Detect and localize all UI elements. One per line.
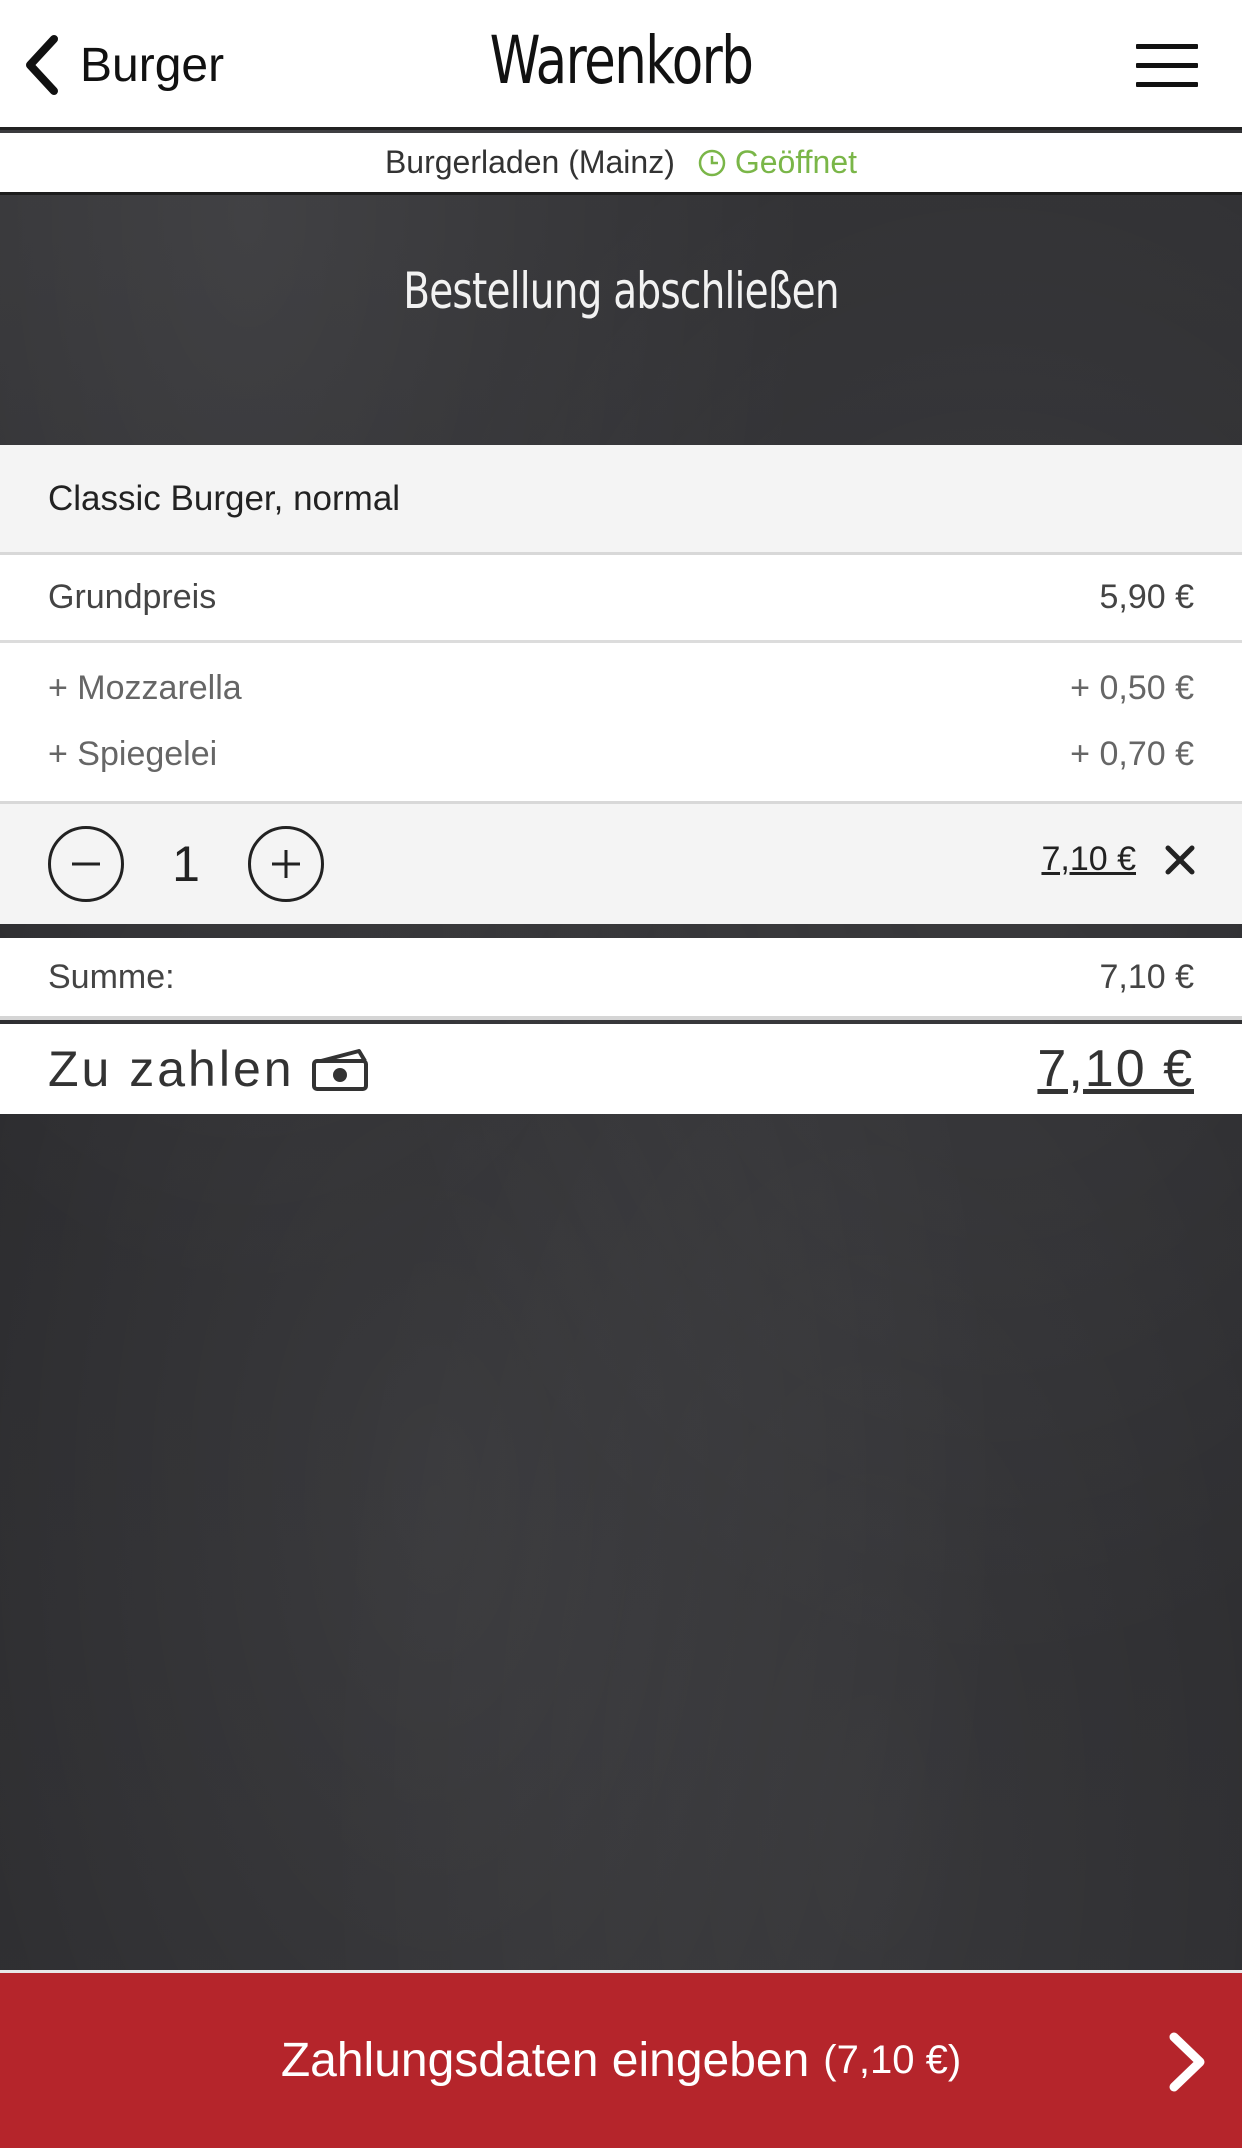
base-price-value: 5,90 € [1099, 578, 1194, 616]
enter-payment-button[interactable]: Zahlungsdaten eingeben (7,10 €) [0, 1970, 1242, 2148]
quantity-value: 1 [172, 836, 200, 892]
clock-icon [698, 149, 726, 176]
store-info-bar: Burgerladen (Mainz) Geöffnet [0, 133, 1242, 195]
menu-button[interactable] [1136, 44, 1198, 90]
back-chevron-icon [26, 35, 58, 95]
section-title: Bestellung abschließen [403, 262, 839, 320]
menu-icon-bar [1136, 82, 1198, 87]
base-price-row: Grundpreis 5,90 € [0, 555, 1242, 643]
store-name: Burgerladen (Mainz) [384, 144, 675, 180]
chevron-right-icon [1169, 2032, 1205, 2092]
cart-item: Classic Burger, normal Grundpreis 5,90 €… [0, 445, 1242, 924]
minus-icon [72, 862, 100, 866]
amount-due-label: Zu zahlen [48, 1041, 295, 1097]
amount-due-value: 7,10 € [1037, 1040, 1194, 1098]
sum-value: 7,10 € [1099, 957, 1194, 996]
amount-due-row: Zu zahlen 7,10 € [0, 1024, 1242, 1114]
extra-row: + Mozzarella + 0,50 € [0, 655, 1242, 721]
store-status: Geöffnet [697, 144, 857, 181]
store-status-label: Geöffnet [734, 144, 858, 180]
extras-list: + Mozzarella + 0,50 € + Spiegelei + 0,70… [0, 643, 1242, 804]
extra-row: + Spiegelei + 0,70 € [0, 721, 1242, 787]
app-header: Burger Warenkorb [0, 0, 1242, 130]
page-title: Warenkorb [489, 22, 754, 99]
extra-price: + 0,70 € [1070, 734, 1194, 773]
sum-row: Summe: 7,10 € [0, 938, 1242, 1020]
menu-icon-bar [1136, 63, 1198, 68]
enter-payment-label: Zahlungsdaten eingeben [280, 2034, 810, 2087]
extra-label: + Spiegelei [48, 734, 218, 773]
base-price-label: Grundpreis [48, 578, 217, 616]
increase-quantity-button[interactable] [248, 826, 324, 902]
enter-payment-amount: (7,10 €) [823, 2038, 962, 2082]
amount-due-label-group: Zu zahlen [48, 1040, 371, 1098]
plus-icon [272, 850, 300, 878]
cart-item-name: Classic Burger, normal [0, 445, 1242, 555]
money-icon [311, 1049, 368, 1091]
extra-label: + Mozzarella [48, 668, 242, 707]
decrease-quantity-button[interactable] [48, 826, 124, 902]
sum-label: Summe: [48, 957, 175, 996]
extra-price: + 0,50 € [1070, 668, 1194, 707]
menu-icon [1136, 44, 1198, 49]
close-icon[interactable] [1164, 844, 1196, 876]
item-total-price[interactable]: 7,10 € [1041, 840, 1136, 879]
quantity-row: 1 7,10 € [0, 804, 1242, 924]
